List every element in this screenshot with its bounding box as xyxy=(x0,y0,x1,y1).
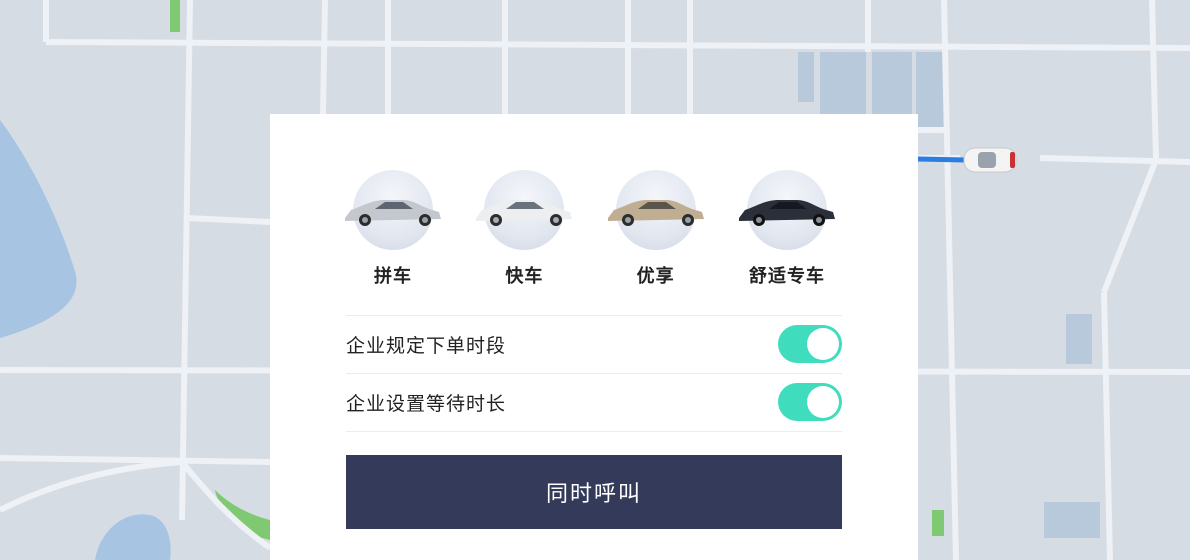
car-silver-icon xyxy=(345,170,441,250)
setting-label: 企业规定下单时段 xyxy=(346,334,507,357)
ride-options: 拼车 快车 优享 舒适专车 xyxy=(338,170,842,290)
ride-option-shushi[interactable]: 舒适专车 xyxy=(732,170,842,290)
setting-row-wait-time: 企业设置等待时长 xyxy=(346,373,842,431)
route-line xyxy=(917,156,967,163)
ride-selection-panel: 拼车 快车 优享 舒适专车 企业规定下单时段 企业设置等待时长 同时呼叫 xyxy=(270,114,918,560)
ride-option-label: 舒适专车 xyxy=(748,266,825,287)
order-period-toggle[interactable] xyxy=(778,325,842,363)
ride-option-label: 快车 xyxy=(505,266,544,287)
car-white-icon xyxy=(476,170,573,250)
ride-option-pinche[interactable]: 拼车 xyxy=(338,170,448,290)
toggle-knob xyxy=(807,386,839,418)
setting-row-order-period: 企业规定下单时段 xyxy=(346,315,842,373)
call-simultaneously-button[interactable]: 同时呼叫 xyxy=(346,455,842,529)
divider xyxy=(346,431,842,432)
setting-label: 企业设置等待时长 xyxy=(346,392,507,415)
wait-time-toggle[interactable] xyxy=(778,383,842,421)
toggle-knob xyxy=(807,328,839,360)
car-champagne-icon xyxy=(607,170,704,250)
ride-option-kuaiche[interactable]: 快车 xyxy=(469,170,579,290)
ride-option-youxiang[interactable]: 优享 xyxy=(601,170,711,290)
ride-option-label: 拼车 xyxy=(374,266,412,287)
driver-car-icon xyxy=(963,147,1017,173)
ride-option-label: 优享 xyxy=(636,266,675,287)
car-dark-icon xyxy=(738,170,835,250)
